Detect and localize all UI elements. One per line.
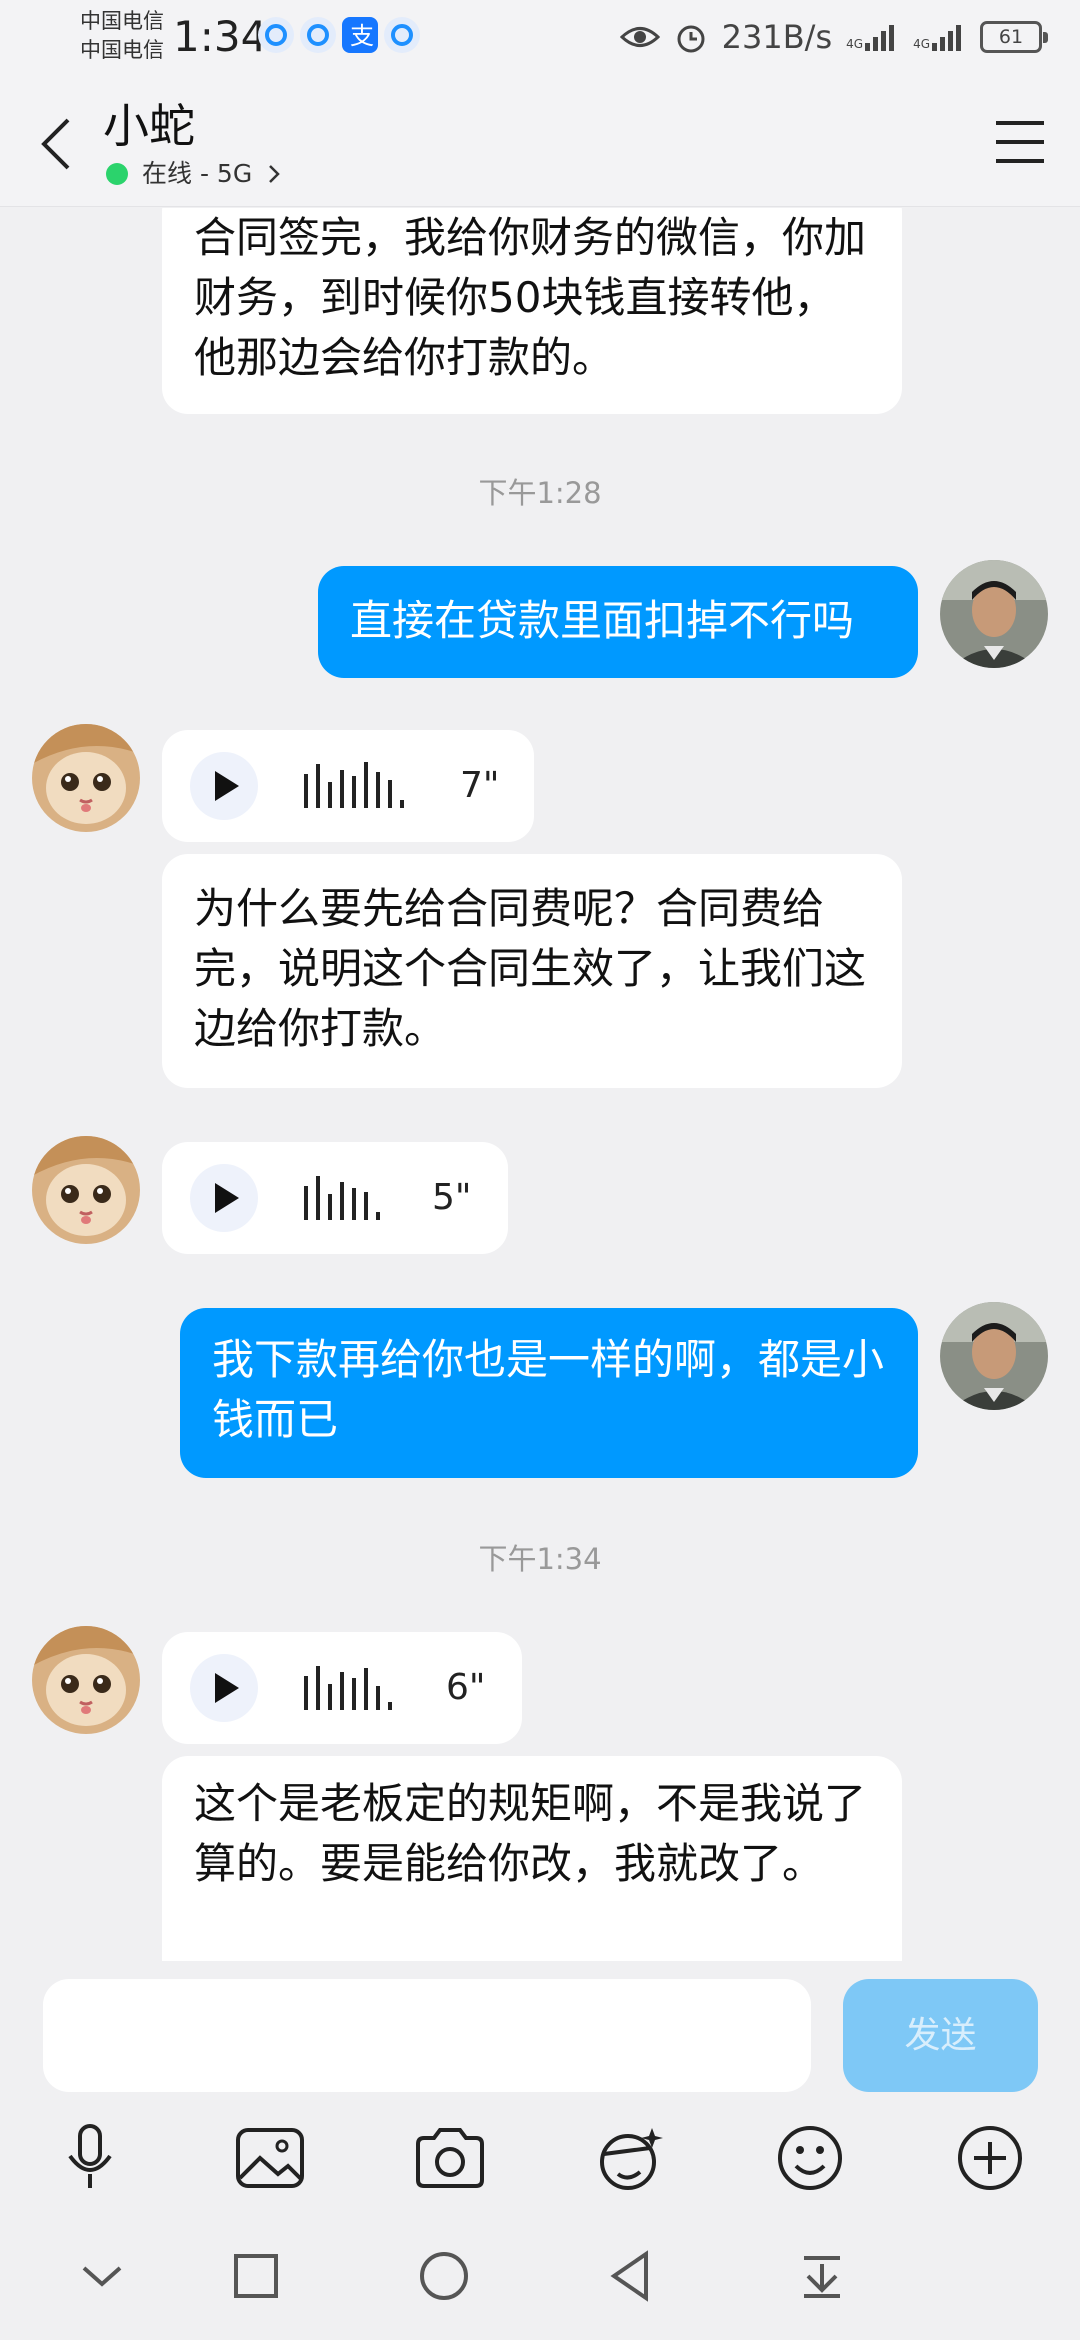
voice-message[interactable]: 5" [162, 1142, 508, 1254]
image-icon [236, 2128, 304, 2188]
back-button[interactable] [30, 108, 90, 180]
waveform-icon [304, 762, 404, 808]
voice-input-button[interactable] [50, 2118, 130, 2198]
online-status-label: 在线 - 5G [142, 159, 253, 188]
message-text: 为什么要先给合同费呢？合同费给完，说明这个合同生效了，让我们这边给你打款。 [194, 884, 867, 1053]
back-arrow-icon [41, 118, 70, 170]
menu-button[interactable] [990, 115, 1050, 171]
voice-message[interactable]: 6" [162, 1632, 522, 1744]
signal-1-label: 4G [846, 37, 864, 51]
play-icon [215, 771, 239, 801]
message-list[interactable]: 合同签完，我给你财务的微信，你加财务，到时候你50块钱直接转他，他那边会给你打款… [0, 208, 1080, 1961]
hamburger-menu-icon [996, 121, 1044, 163]
status-bar: 中国电信 中国电信 1:34 支 231B/s 4G 4G 61 [0, 0, 1080, 70]
status-right: 231B/s 4G 4G 61 [619, 12, 1048, 62]
self-avatar[interactable] [940, 1302, 1048, 1410]
message-text: 直接在贷款里面扣掉不行吗 [350, 596, 855, 645]
waveform-icon [304, 1666, 392, 1710]
signal-1-icon: 4G [846, 23, 899, 51]
contact-name[interactable]: 小蛇 [103, 98, 195, 154]
voice-duration: 5" [432, 1177, 472, 1218]
alipay-notification-icon: 支 [342, 17, 378, 53]
play-button[interactable] [190, 752, 258, 820]
recents-button[interactable] [224, 2244, 288, 2308]
cat-avatar-icon [32, 724, 140, 832]
triangle-back-icon [610, 2250, 648, 2302]
toolbar [0, 2102, 1080, 2212]
contact-avatar[interactable] [32, 1626, 140, 1734]
chevron-right-icon [269, 165, 280, 183]
message-text: 合同签完，我给你财务的微信，你加财务，到时候你50块钱直接转他，他那边会给你打款… [194, 213, 867, 382]
qq-notification-icon [300, 17, 336, 53]
microphone-icon [68, 2124, 112, 2188]
play-icon [215, 1673, 239, 1703]
smiley-icon [778, 2126, 842, 2190]
notification-pull-button[interactable] [790, 2244, 854, 2308]
net-speed: 231B/s [721, 18, 833, 56]
contact-avatar[interactable] [32, 724, 140, 832]
carrier-labels: 中国电信 中国电信 [80, 7, 164, 65]
home-button[interactable] [412, 2244, 476, 2308]
person-avatar-icon [940, 560, 1048, 668]
waveform-icon [304, 1176, 380, 1220]
camera-button[interactable] [410, 2118, 490, 2198]
message-input[interactable] [43, 1979, 811, 2092]
alarm-icon [674, 20, 708, 54]
emoji-button[interactable] [770, 2118, 850, 2198]
collapse-nav-button[interactable] [70, 2244, 134, 2308]
play-button[interactable] [190, 1164, 258, 1232]
play-button[interactable] [190, 1654, 258, 1722]
sticker-button[interactable] [590, 2118, 670, 2198]
message-text: 这个是老板定的规矩啊，不是我说了算的。要是能给你改，我就改了。 [194, 1779, 867, 1888]
eye-icon [619, 22, 660, 52]
voice-duration: 7" [460, 765, 500, 806]
sticker-icon [600, 2128, 663, 2190]
signal-2-label: 4G [913, 37, 930, 51]
timestamp: 下午1:34 [478, 1542, 602, 1576]
incoming-text-bubble[interactable]: 为什么要先给合同费呢？合同费给完，说明这个合同生效了，让我们这边给你打款。 [162, 854, 902, 1088]
gallery-button[interactable] [230, 2118, 310, 2198]
qq-notification-icon [384, 17, 420, 53]
cat-avatar-icon [32, 1136, 140, 1244]
voice-duration: 6" [446, 1667, 486, 1708]
person-avatar-icon [940, 1302, 1048, 1410]
online-status[interactable]: 在线 - 5G [106, 158, 286, 190]
plus-circle-icon [958, 2126, 1022, 2190]
incoming-text-bubble[interactable]: 合同签完，我给你财务的微信，你加财务，到时候你50块钱直接转他，他那边会给你打款… [162, 208, 902, 414]
carrier-2: 中国电信 [80, 38, 164, 62]
online-dot-icon [106, 163, 128, 185]
outgoing-text-bubble[interactable]: 直接在贷款里面扣掉不行吗 [318, 566, 918, 678]
svg-text:支: 支 [350, 22, 374, 50]
back-nav-button[interactable] [600, 2244, 664, 2308]
camera-icon [416, 2128, 484, 2188]
message-text: 我下款再给你也是一样的啊，都是小钱而已 [212, 1335, 885, 1444]
contact-avatar[interactable] [32, 1136, 140, 1244]
system-nav-bar [0, 2212, 1080, 2340]
circle-icon [420, 2252, 468, 2300]
outgoing-text-bubble[interactable]: 我下款再给你也是一样的啊，都是小钱而已 [180, 1308, 918, 1478]
chat-header: 小蛇 在线 - 5G [0, 70, 1080, 207]
pull-down-icon [804, 2256, 840, 2298]
clock: 1:34 [173, 12, 268, 61]
signal-2-icon: 4G [913, 23, 966, 51]
incoming-text-bubble[interactable]: 这个是老板定的规矩啊，不是我说了算的。要是能给你改，我就改了。 [162, 1756, 902, 1961]
chevron-down-icon [82, 2266, 122, 2287]
self-avatar[interactable] [940, 560, 1048, 668]
more-button[interactable] [950, 2118, 1030, 2198]
square-icon [234, 2254, 278, 2298]
cat-avatar-icon [32, 1626, 140, 1734]
send-button[interactable]: 发送 [843, 1979, 1038, 2092]
timestamp: 下午1:28 [478, 476, 602, 510]
voice-message[interactable]: 7" [162, 730, 534, 842]
input-bar: 发送 [0, 1962, 1080, 2102]
play-icon [215, 1183, 239, 1213]
battery-icon: 61 [980, 21, 1048, 53]
qq-notification-icon [258, 17, 294, 53]
carrier-1: 中国电信 [80, 9, 164, 33]
